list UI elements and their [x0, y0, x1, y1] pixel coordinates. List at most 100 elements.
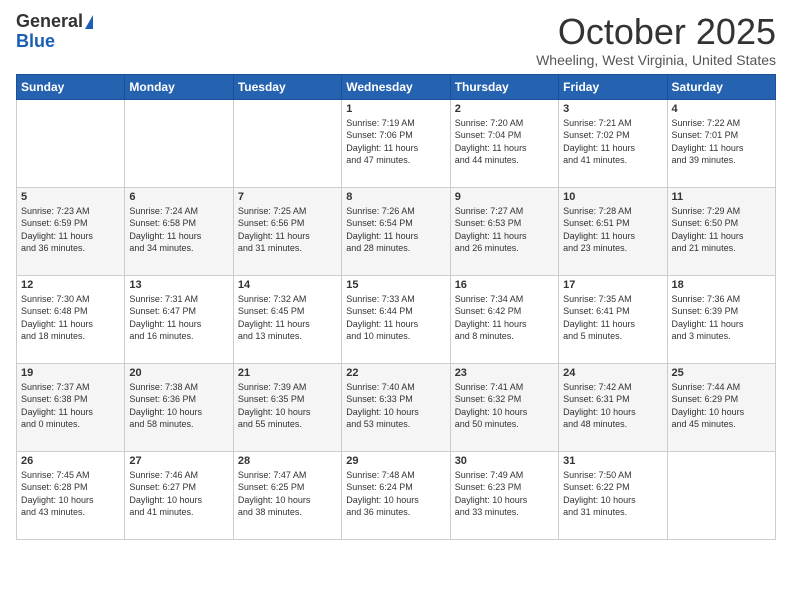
day-detail: Sunrise: 7:28 AM Sunset: 6:51 PM Dayligh… [563, 205, 662, 255]
day-cell: 15 Sunrise: 7:33 AM Sunset: 6:44 PM Dayli… [342, 275, 450, 363]
logo-general: General [16, 12, 83, 32]
day-detail: Sunrise: 7:32 AM Sunset: 6:45 PM Dayligh… [238, 293, 337, 343]
calendar-header-row: SundayMondayTuesdayWednesdayThursdayFrid… [17, 74, 776, 99]
day-cell: 19 Sunrise: 7:37 AM Sunset: 6:38 PM Dayli… [17, 363, 125, 451]
col-header-friday: Friday [559, 74, 667, 99]
logo-icon [85, 15, 93, 29]
day-cell: 29 Sunrise: 7:48 AM Sunset: 6:24 PM Dayli… [342, 451, 450, 539]
day-detail: Sunrise: 7:23 AM Sunset: 6:59 PM Dayligh… [21, 205, 120, 255]
day-number: 7 [238, 191, 337, 203]
day-cell: 20 Sunrise: 7:38 AM Sunset: 6:36 PM Dayli… [125, 363, 233, 451]
day-detail: Sunrise: 7:36 AM Sunset: 6:39 PM Dayligh… [672, 293, 771, 343]
col-header-monday: Monday [125, 74, 233, 99]
day-cell: 14 Sunrise: 7:32 AM Sunset: 6:45 PM Dayli… [233, 275, 341, 363]
location: Wheeling, West Virginia, United States [536, 52, 776, 68]
day-detail: Sunrise: 7:26 AM Sunset: 6:54 PM Dayligh… [346, 205, 445, 255]
day-detail: Sunrise: 7:31 AM Sunset: 6:47 PM Dayligh… [129, 293, 228, 343]
day-number: 15 [346, 279, 445, 291]
day-cell: 6 Sunrise: 7:24 AM Sunset: 6:58 PM Daylig… [125, 187, 233, 275]
logo: General Blue [16, 12, 93, 52]
day-number: 29 [346, 455, 445, 467]
day-detail: Sunrise: 7:27 AM Sunset: 6:53 PM Dayligh… [455, 205, 554, 255]
day-cell: 16 Sunrise: 7:34 AM Sunset: 6:42 PM Dayli… [450, 275, 558, 363]
day-cell: 4 Sunrise: 7:22 AM Sunset: 7:01 PM Daylig… [667, 99, 775, 187]
day-cell: 2 Sunrise: 7:20 AM Sunset: 7:04 PM Daylig… [450, 99, 558, 187]
day-number: 23 [455, 367, 554, 379]
day-detail: Sunrise: 7:21 AM Sunset: 7:02 PM Dayligh… [563, 117, 662, 167]
day-cell [233, 99, 341, 187]
day-cell: 8 Sunrise: 7:26 AM Sunset: 6:54 PM Daylig… [342, 187, 450, 275]
day-number: 8 [346, 191, 445, 203]
day-cell: 27 Sunrise: 7:46 AM Sunset: 6:27 PM Dayli… [125, 451, 233, 539]
day-number: 10 [563, 191, 662, 203]
week-row-4: 19 Sunrise: 7:37 AM Sunset: 6:38 PM Dayli… [17, 363, 776, 451]
day-detail: Sunrise: 7:19 AM Sunset: 7:06 PM Dayligh… [346, 117, 445, 167]
day-detail: Sunrise: 7:45 AM Sunset: 6:28 PM Dayligh… [21, 469, 120, 519]
day-cell: 12Sunrise: 7:30 AM Sunset: 6:48 PM Dayli… [17, 275, 125, 363]
day-number: 28 [238, 455, 337, 467]
day-detail: Sunrise: 7:33 AM Sunset: 6:44 PM Dayligh… [346, 293, 445, 343]
day-number: 25 [672, 367, 771, 379]
month-title: October 2025 [536, 12, 776, 52]
day-number: 20 [129, 367, 228, 379]
day-cell: 18 Sunrise: 7:36 AM Sunset: 6:39 PM Dayli… [667, 275, 775, 363]
day-cell: 5 Sunrise: 7:23 AM Sunset: 6:59 PM Daylig… [17, 187, 125, 275]
day-number: 5 [21, 191, 120, 203]
day-number: 27 [129, 455, 228, 467]
day-detail: Sunrise: 7:30 AM Sunset: 6:48 PM Dayligh… [21, 293, 120, 343]
day-number: 22 [346, 367, 445, 379]
day-detail: Sunrise: 7:34 AM Sunset: 6:42 PM Dayligh… [455, 293, 554, 343]
day-detail: Sunrise: 7:48 AM Sunset: 6:24 PM Dayligh… [346, 469, 445, 519]
day-cell [667, 451, 775, 539]
day-number: 26 [21, 455, 120, 467]
day-cell: 24 Sunrise: 7:42 AM Sunset: 6:31 PM Dayli… [559, 363, 667, 451]
day-cell: 30Sunrise: 7:49 AM Sunset: 6:23 PM Dayli… [450, 451, 558, 539]
day-cell: 26 Sunrise: 7:45 AM Sunset: 6:28 PM Dayli… [17, 451, 125, 539]
col-header-wednesday: Wednesday [342, 74, 450, 99]
week-row-3: 12Sunrise: 7:30 AM Sunset: 6:48 PM Dayli… [17, 275, 776, 363]
day-detail: Sunrise: 7:42 AM Sunset: 6:31 PM Dayligh… [563, 381, 662, 431]
day-detail: Sunrise: 7:22 AM Sunset: 7:01 PM Dayligh… [672, 117, 771, 167]
day-cell: 25 Sunrise: 7:44 AM Sunset: 6:29 PM Dayli… [667, 363, 775, 451]
day-number: 4 [672, 103, 771, 115]
day-detail: Sunrise: 7:24 AM Sunset: 6:58 PM Dayligh… [129, 205, 228, 255]
day-number: 11 [672, 191, 771, 203]
day-number: 14 [238, 279, 337, 291]
day-number: 3 [563, 103, 662, 115]
day-detail: Sunrise: 7:49 AM Sunset: 6:23 PM Dayligh… [455, 469, 554, 519]
title-area: October 2025 Wheeling, West Virginia, Un… [536, 12, 776, 68]
col-header-saturday: Saturday [667, 74, 775, 99]
day-cell: 3 Sunrise: 7:21 AM Sunset: 7:02 PM Daylig… [559, 99, 667, 187]
day-cell: 1 Sunrise: 7:19 AM Sunset: 7:06 PM Daylig… [342, 99, 450, 187]
day-cell: 21Sunrise: 7:39 AM Sunset: 6:35 PM Dayli… [233, 363, 341, 451]
day-detail: Sunrise: 7:41 AM Sunset: 6:32 PM Dayligh… [455, 381, 554, 431]
day-detail: Sunrise: 7:47 AM Sunset: 6:25 PM Dayligh… [238, 469, 337, 519]
day-cell [17, 99, 125, 187]
day-number: 19 [21, 367, 120, 379]
day-detail: Sunrise: 7:20 AM Sunset: 7:04 PM Dayligh… [455, 117, 554, 167]
day-number: 13 [129, 279, 228, 291]
day-number: 18 [672, 279, 771, 291]
day-detail: Sunrise: 7:38 AM Sunset: 6:36 PM Dayligh… [129, 381, 228, 431]
day-detail: Sunrise: 7:40 AM Sunset: 6:33 PM Dayligh… [346, 381, 445, 431]
day-cell: 9 Sunrise: 7:27 AM Sunset: 6:53 PM Daylig… [450, 187, 558, 275]
day-cell: 17Sunrise: 7:35 AM Sunset: 6:41 PM Dayli… [559, 275, 667, 363]
day-number: 9 [455, 191, 554, 203]
col-header-tuesday: Tuesday [233, 74, 341, 99]
day-cell: 31Sunrise: 7:50 AM Sunset: 6:22 PM Dayli… [559, 451, 667, 539]
day-cell: 10 Sunrise: 7:28 AM Sunset: 6:51 PM Dayli… [559, 187, 667, 275]
calendar: SundayMondayTuesdayWednesdayThursdayFrid… [16, 74, 776, 540]
day-detail: Sunrise: 7:44 AM Sunset: 6:29 PM Dayligh… [672, 381, 771, 431]
day-detail: Sunrise: 7:46 AM Sunset: 6:27 PM Dayligh… [129, 469, 228, 519]
day-number: 6 [129, 191, 228, 203]
col-header-sunday: Sunday [17, 74, 125, 99]
day-number: 1 [346, 103, 445, 115]
week-row-1: 1 Sunrise: 7:19 AM Sunset: 7:06 PM Daylig… [17, 99, 776, 187]
day-number: 2 [455, 103, 554, 115]
week-row-2: 5 Sunrise: 7:23 AM Sunset: 6:59 PM Daylig… [17, 187, 776, 275]
page: General Blue October 2025 Wheeling, West… [0, 0, 792, 612]
day-number: 16 [455, 279, 554, 291]
day-cell: 7Sunrise: 7:25 AM Sunset: 6:56 PM Daylig… [233, 187, 341, 275]
day-detail: Sunrise: 7:37 AM Sunset: 6:38 PM Dayligh… [21, 381, 120, 431]
day-number: 24 [563, 367, 662, 379]
